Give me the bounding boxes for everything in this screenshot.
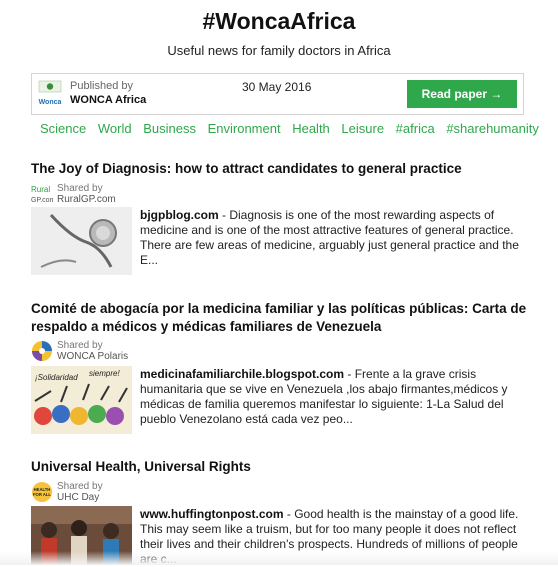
category-science[interactable]: Science: [40, 121, 86, 136]
wonca-logo: Wonca: [38, 80, 62, 108]
article-title[interactable]: Universal Health, Universal Rights: [31, 458, 531, 476]
published-by-label: Published by: [70, 80, 133, 92]
svg-text:FOR ALL: FOR ALL: [33, 492, 51, 497]
shared-by-label: Shared by: [57, 481, 103, 492]
bottom-fade: [0, 551, 558, 565]
article-source[interactable]: medicinafamiliarchile.blogspot.com: [140, 367, 344, 381]
article-source[interactable]: bjgpblog.com: [140, 208, 219, 222]
stethoscope-thumbnail[interactable]: [31, 207, 132, 275]
publish-date: 30 May 2016: [242, 80, 312, 94]
shared-by-name[interactable]: UHC Day: [57, 492, 99, 503]
category-africa[interactable]: #africa: [396, 121, 435, 136]
category-environment[interactable]: Environment: [208, 121, 281, 136]
ruralgp-logo: Rural GP.com: [31, 183, 56, 205]
article-summary: bjgpblog.com - Diagnosis is one of the m…: [140, 208, 526, 268]
category-world[interactable]: World: [98, 121, 132, 136]
shared-by-label: Shared by: [57, 183, 103, 194]
read-paper-button[interactable]: Read paper →: [407, 80, 517, 108]
category-health[interactable]: Health: [292, 121, 330, 136]
article-source[interactable]: www.huffingtonpost.com: [140, 507, 284, 521]
shared-by-name[interactable]: RuralGP.com: [57, 194, 116, 205]
svg-text:siempre!: siempre!: [89, 369, 120, 378]
category-business[interactable]: Business: [143, 121, 196, 136]
article-summary: medicinafamiliarchile.blogspot.com - Fre…: [140, 367, 526, 427]
uhc-day-logo: HEALTH FOR ALL: [31, 481, 53, 503]
publisher-bar: Wonca Published by WONCA Africa 30 May 2…: [31, 73, 524, 115]
article-title[interactable]: Comité de abogacía por la medicina famil…: [31, 300, 531, 336]
svg-text:¡Solidaridad: ¡Solidaridad: [35, 373, 78, 382]
svg-text:Rural: Rural: [31, 185, 50, 194]
wonca-polaris-logo: [31, 340, 53, 362]
category-leisure[interactable]: Leisure: [341, 121, 384, 136]
shared-by-label: Shared by: [57, 340, 103, 351]
article-title[interactable]: The Joy of Diagnosis: how to attract can…: [31, 160, 531, 178]
solidarity-thumbnail[interactable]: ¡Solidaridad siempre!: [31, 366, 132, 434]
category-sharehumanity[interactable]: #sharehumanity: [446, 121, 539, 136]
svg-text:GP.com: GP.com: [31, 197, 53, 204]
shared-by-name[interactable]: WONCA Polaris: [57, 351, 128, 362]
page-subtitle: Useful news for family doctors in Africa: [167, 43, 391, 58]
publisher-name[interactable]: WONCA Africa: [70, 94, 146, 106]
page-title: #WoncaAfrica: [202, 8, 356, 34]
category-nav: Science World Business Environment Healt…: [40, 121, 547, 136]
svg-text:Wonca: Wonca: [39, 99, 62, 106]
